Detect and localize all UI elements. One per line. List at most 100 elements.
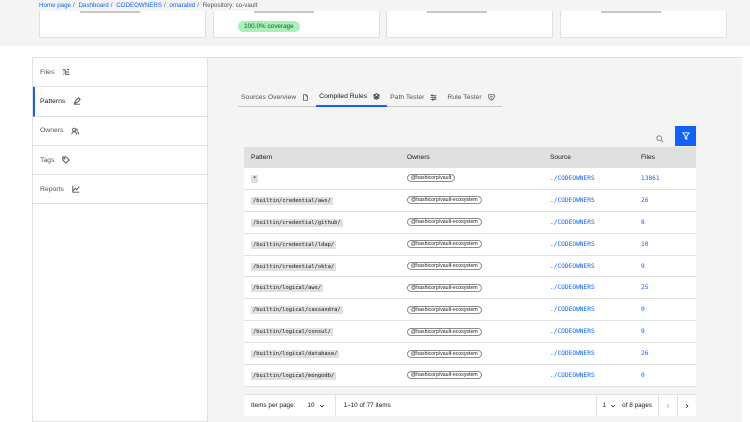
owner-tag[interactable]: @hashicorp/vault-ecosystem — [407, 327, 482, 336]
files-count-link[interactable]: 25 — [641, 284, 648, 291]
cell-owners: @hashicorp/vault-ecosystem — [407, 349, 550, 358]
cell-pattern: /builtin/logical/aws/ — [244, 284, 407, 293]
owner-tag[interactable]: @hashicorp/vault-ecosystem — [407, 262, 482, 270]
source-link[interactable]: ./CODEOWNERS — [550, 197, 595, 204]
tree-view-icon — [63, 69, 70, 76]
owner-tag[interactable]: @hashicorp/vault-ecosystem — [407, 371, 482, 380]
document-icon — [303, 93, 309, 101]
files-count-link[interactable]: 0 — [641, 306, 645, 313]
column-header-files[interactable]: Files — [641, 154, 696, 161]
source-link[interactable]: ./CODEOWNERS — [550, 284, 595, 291]
items-per-page-value: 10 — [307, 402, 315, 409]
column-header-source[interactable]: Source — [550, 154, 641, 161]
item-range: 1–10 of 77 items — [343, 402, 391, 409]
tab-bar: Sources Overview Compiled Rules Path Tes… — [238, 88, 502, 107]
owner-tag[interactable]: @hashicorp/vault-ecosystem — [407, 305, 482, 314]
breadcrumb-dashboard[interactable]: Dashboard — [78, 2, 108, 9]
cell-files: 10 — [641, 241, 696, 248]
cell-pattern: /builtin/credential/okta/ — [244, 262, 407, 271]
files-count-link[interactable]: 13861 — [641, 175, 660, 182]
owner-tag[interactable]: @hashicorp/vault — [407, 174, 456, 183]
table-row[interactable]: * @hashicorp/vault ./CODEOWNERS 13861 — [244, 168, 696, 190]
table-row[interactable]: /builtin/credential/okta/ @hashicorp/vaul… — [244, 255, 696, 278]
column-header-pattern[interactable]: Pattern — [244, 154, 407, 161]
table-row[interactable]: /builtin/logical/cassandra/ @hashicorp/va… — [244, 299, 696, 322]
tab-rule-tester[interactable]: Rule Tester — [444, 88, 502, 107]
content-panel: Sources Overview Compiled Rules Path Tes… — [208, 57, 742, 422]
cell-source: ./CODEOWNERS — [550, 175, 641, 182]
source-link[interactable]: ./CODEOWNERS — [550, 263, 595, 270]
cell-files: 8 — [641, 219, 696, 226]
user-multiple-icon — [71, 127, 80, 134]
owner-tag[interactable]: @hashicorp/vault-ecosystem — [407, 349, 482, 358]
pattern-code: /builtin/logical/database/ — [251, 350, 340, 359]
breadcrumb-codeowners[interactable]: CODEOWNERS — [116, 2, 162, 9]
items-per-page-select[interactable]: 10 — [307, 395, 336, 416]
files-count-link[interactable]: 0 — [641, 372, 645, 379]
sidebar-item-owners[interactable]: Owners — [33, 117, 207, 146]
column-header-owners[interactable]: Owners — [407, 154, 550, 161]
files-count-link[interactable]: 9 — [641, 328, 645, 335]
current-page: 1 — [602, 402, 607, 409]
filter-button[interactable] — [675, 126, 696, 146]
table-row[interactable]: /builtin/logical/mongodb/ @hashicorp/vaul… — [244, 365, 696, 387]
breadcrumb-home[interactable]: Home page — [39, 2, 71, 9]
table-row[interactable]: /builtin/logical/aws/ @hashicorp/vault-ec… — [244, 277, 696, 300]
summary-card-1 — [39, 11, 206, 38]
files-count-link[interactable]: 26 — [641, 350, 648, 357]
cell-source: ./CODEOWNERS — [550, 241, 641, 248]
source-link[interactable]: ./CODEOWNERS — [550, 372, 595, 379]
total-pages: of 8 pages — [622, 402, 652, 409]
table-row[interactable]: /builtin/credential/github/ @hashicorp/va… — [244, 211, 696, 234]
cell-source: ./CODEOWNERS — [550, 197, 641, 204]
sidebar-item-label: Patterns — [40, 97, 66, 105]
chevron-right-icon — [685, 403, 689, 408]
source-link[interactable]: ./CODEOWNERS — [550, 219, 595, 226]
source-link[interactable]: ./CODEOWNERS — [550, 175, 595, 182]
search-button[interactable] — [656, 130, 668, 143]
cell-pattern: /builtin/logical/consul/ — [244, 328, 407, 337]
owner-tag[interactable]: @hashicorp/vault-ecosystem — [407, 240, 482, 249]
source-link[interactable]: ./CODEOWNERS — [550, 306, 595, 313]
breadcrumb-current: Repository: co-vault — [202, 2, 258, 9]
files-count-link[interactable]: 26 — [641, 197, 648, 204]
sidebar-item-reports[interactable]: Reports — [33, 175, 207, 205]
source-link[interactable]: ./CODEOWNERS — [550, 350, 595, 357]
cell-pattern: /builtin/credential/aws/ — [244, 196, 407, 205]
cell-files: 0 — [641, 306, 696, 313]
sliders-icon — [431, 93, 437, 101]
table-row[interactable]: /builtin/credential/aws/ @hashicorp/vault… — [244, 189, 696, 212]
sidebar-item-files[interactable]: Files — [33, 58, 207, 88]
breadcrumb-owner[interactable]: omarabid — [169, 2, 195, 9]
sidebar-item-label: Files — [40, 68, 55, 76]
cell-source: ./CODEOWNERS — [550, 328, 641, 335]
tab-sources-overview[interactable]: Sources Overview — [238, 88, 317, 107]
next-page-button[interactable] — [677, 395, 696, 416]
table-row[interactable]: /builtin/logical/consul/ @hashicorp/vault… — [244, 321, 696, 344]
tab-compiled-rules[interactable]: Compiled Rules — [316, 88, 388, 107]
source-link[interactable]: ./CODEOWNERS — [550, 241, 595, 248]
table-row[interactable]: /builtin/credential/ldap/ @hashicorp/vaul… — [244, 233, 696, 256]
sidebar-item-label: Tags — [40, 156, 55, 164]
owner-tag[interactable]: @hashicorp/vault-ecosystem — [407, 283, 482, 292]
pagination: Items per page: 10 1–10 of 77 items 1 of… — [244, 394, 696, 416]
tab-path-tester[interactable]: Path Tester — [387, 88, 445, 107]
source-link[interactable]: ./CODEOWNERS — [550, 328, 595, 335]
cell-owners: @hashicorp/vault-ecosystem — [407, 371, 550, 380]
owner-tag[interactable]: @hashicorp/vault-ecosystem — [407, 196, 482, 205]
table-row[interactable]: /builtin/logical/database/ @hashicorp/vau… — [244, 343, 696, 366]
owner-tag[interactable]: @hashicorp/vault-ecosystem — [407, 218, 482, 227]
pattern-code: /builtin/credential/github/ — [251, 218, 343, 227]
cell-owners: @hashicorp/vault-ecosystem — [407, 218, 550, 227]
previous-page-button[interactable] — [658, 395, 677, 416]
sidebar-item-patterns[interactable]: Patterns — [33, 87, 207, 117]
sidebar-item-tags[interactable]: Tags — [33, 146, 207, 176]
cell-files: 9 — [641, 263, 696, 270]
tag-icon — [62, 156, 71, 164]
files-count-link[interactable]: 10 — [641, 241, 648, 248]
page-select[interactable]: 1 — [595, 395, 617, 416]
files-count-link[interactable]: 9 — [641, 263, 645, 270]
files-count-link[interactable]: 8 — [641, 219, 645, 226]
cell-files: 0 — [641, 372, 696, 379]
chevron-left-icon — [666, 403, 670, 408]
